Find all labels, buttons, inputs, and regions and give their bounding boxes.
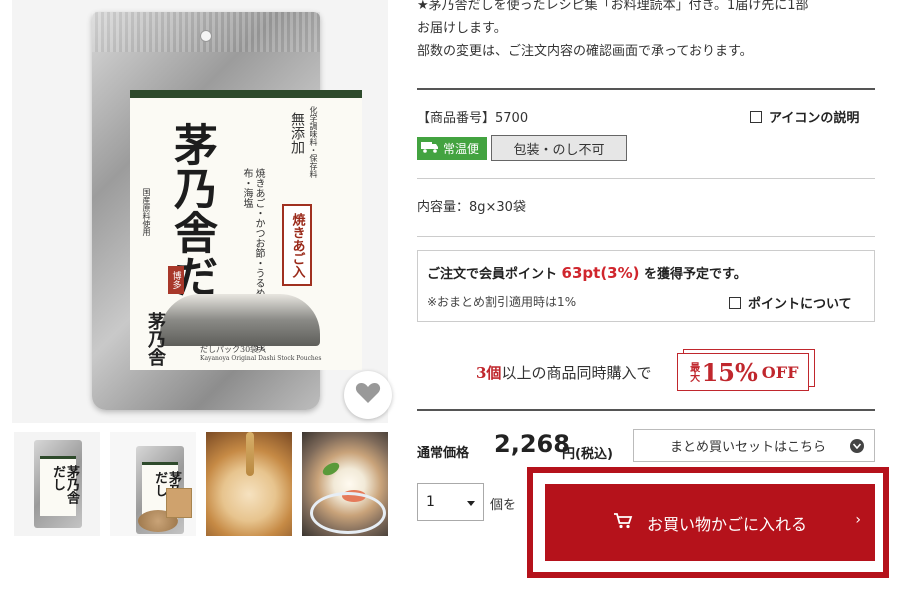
bulk-discount-text: 3個以上の商品同時購入で bbox=[476, 364, 652, 382]
product-pouch-illustration: 化学調味料・保存料 無添加 茅乃舎だし 焼きあご入 焼きあご・かつお節・うるめい… bbox=[92, 12, 362, 410]
thumbnail-4[interactable] bbox=[302, 432, 388, 536]
cart-icon bbox=[613, 512, 633, 533]
divider bbox=[417, 409, 875, 411]
truck-icon bbox=[421, 141, 439, 156]
quantity-select[interactable]: 1 bbox=[417, 483, 484, 521]
favorite-button[interactable] bbox=[344, 371, 392, 419]
icon-help-link[interactable]: アイコンの説明 bbox=[750, 107, 859, 126]
product-code: 【商品番号】5700 bbox=[417, 111, 529, 126]
price-label: 通常価格 bbox=[417, 446, 470, 461]
bulk-set-select[interactable]: まとめ買いセットはこちら bbox=[633, 429, 875, 462]
pouch-side-text-2: 国産原料使用 bbox=[142, 188, 151, 236]
chevron-down-icon bbox=[467, 494, 475, 510]
product-main-image: 化学調味料・保存料 無添加 茅乃舎だし 焼きあご入 焼きあご・かつお節・うるめい… bbox=[12, 0, 392, 423]
checkbox-icon bbox=[729, 296, 741, 309]
points-text: ご注文で会員ポイント 63pt(3%) を獲得予定です。 bbox=[427, 264, 747, 282]
shipping-badge: 常温便 bbox=[417, 137, 488, 160]
thumbnail-1[interactable]: 茅乃舎だし bbox=[14, 432, 100, 536]
points-info-link[interactable]: ポイントについて bbox=[729, 293, 852, 312]
pouch-logo: 茅乃舎 bbox=[145, 312, 166, 366]
wrapping-badge: 包装・のし不可 bbox=[491, 135, 627, 161]
heart-icon bbox=[355, 381, 381, 409]
pouch-stamp: 博多 bbox=[168, 266, 184, 294]
thumbnail-3[interactable] bbox=[206, 432, 292, 536]
chevron-right-icon: › bbox=[855, 512, 861, 528]
pouch-house-photo bbox=[160, 294, 320, 346]
product-description: ★茅乃舎だしを使ったレシピ集「お料理読本」付き。1届け先に1部 お届けします。 … bbox=[417, 0, 809, 59]
pouch-sub-small: 化学調味料・保存料 bbox=[309, 106, 318, 178]
thumbnail-2[interactable]: 茅乃舎だし bbox=[110, 432, 196, 536]
price-suffix: 円(税込) bbox=[562, 447, 613, 462]
divider bbox=[417, 88, 875, 90]
quantity-unit: 個を bbox=[490, 498, 517, 513]
chevron-down-icon bbox=[850, 438, 864, 453]
price-amount: 2,268 bbox=[494, 430, 570, 458]
pouch-label: 化学調味料・保存料 無添加 茅乃舎だし 焼きあご入 焼きあご・かつお節・うるめい… bbox=[130, 90, 362, 370]
pouch-foot: だしパック30袋入 Kayanoya Original Dashi Stock … bbox=[200, 345, 322, 362]
product-volume: 内容量：8g×30袋 bbox=[417, 200, 526, 215]
add-to-cart-button[interactable]: お買い物かごに入れる › bbox=[545, 484, 875, 561]
bulk-discount-badge[interactable]: 最大 15% OFF bbox=[677, 349, 815, 391]
divider bbox=[417, 178, 875, 179]
divider bbox=[417, 236, 875, 237]
pouch-sub-right: 無添加 bbox=[289, 112, 305, 154]
points-note: ※おまとめ割引適用時は1% bbox=[427, 295, 577, 309]
checkbox-icon bbox=[750, 110, 762, 123]
pouch-tag: 焼きあご入 bbox=[282, 204, 312, 286]
points-box: ご注文で会員ポイント 63pt(3%) を獲得予定です。 ※おまとめ割引適用時は… bbox=[417, 250, 875, 322]
points-value: 63pt(3%) bbox=[561, 264, 640, 282]
